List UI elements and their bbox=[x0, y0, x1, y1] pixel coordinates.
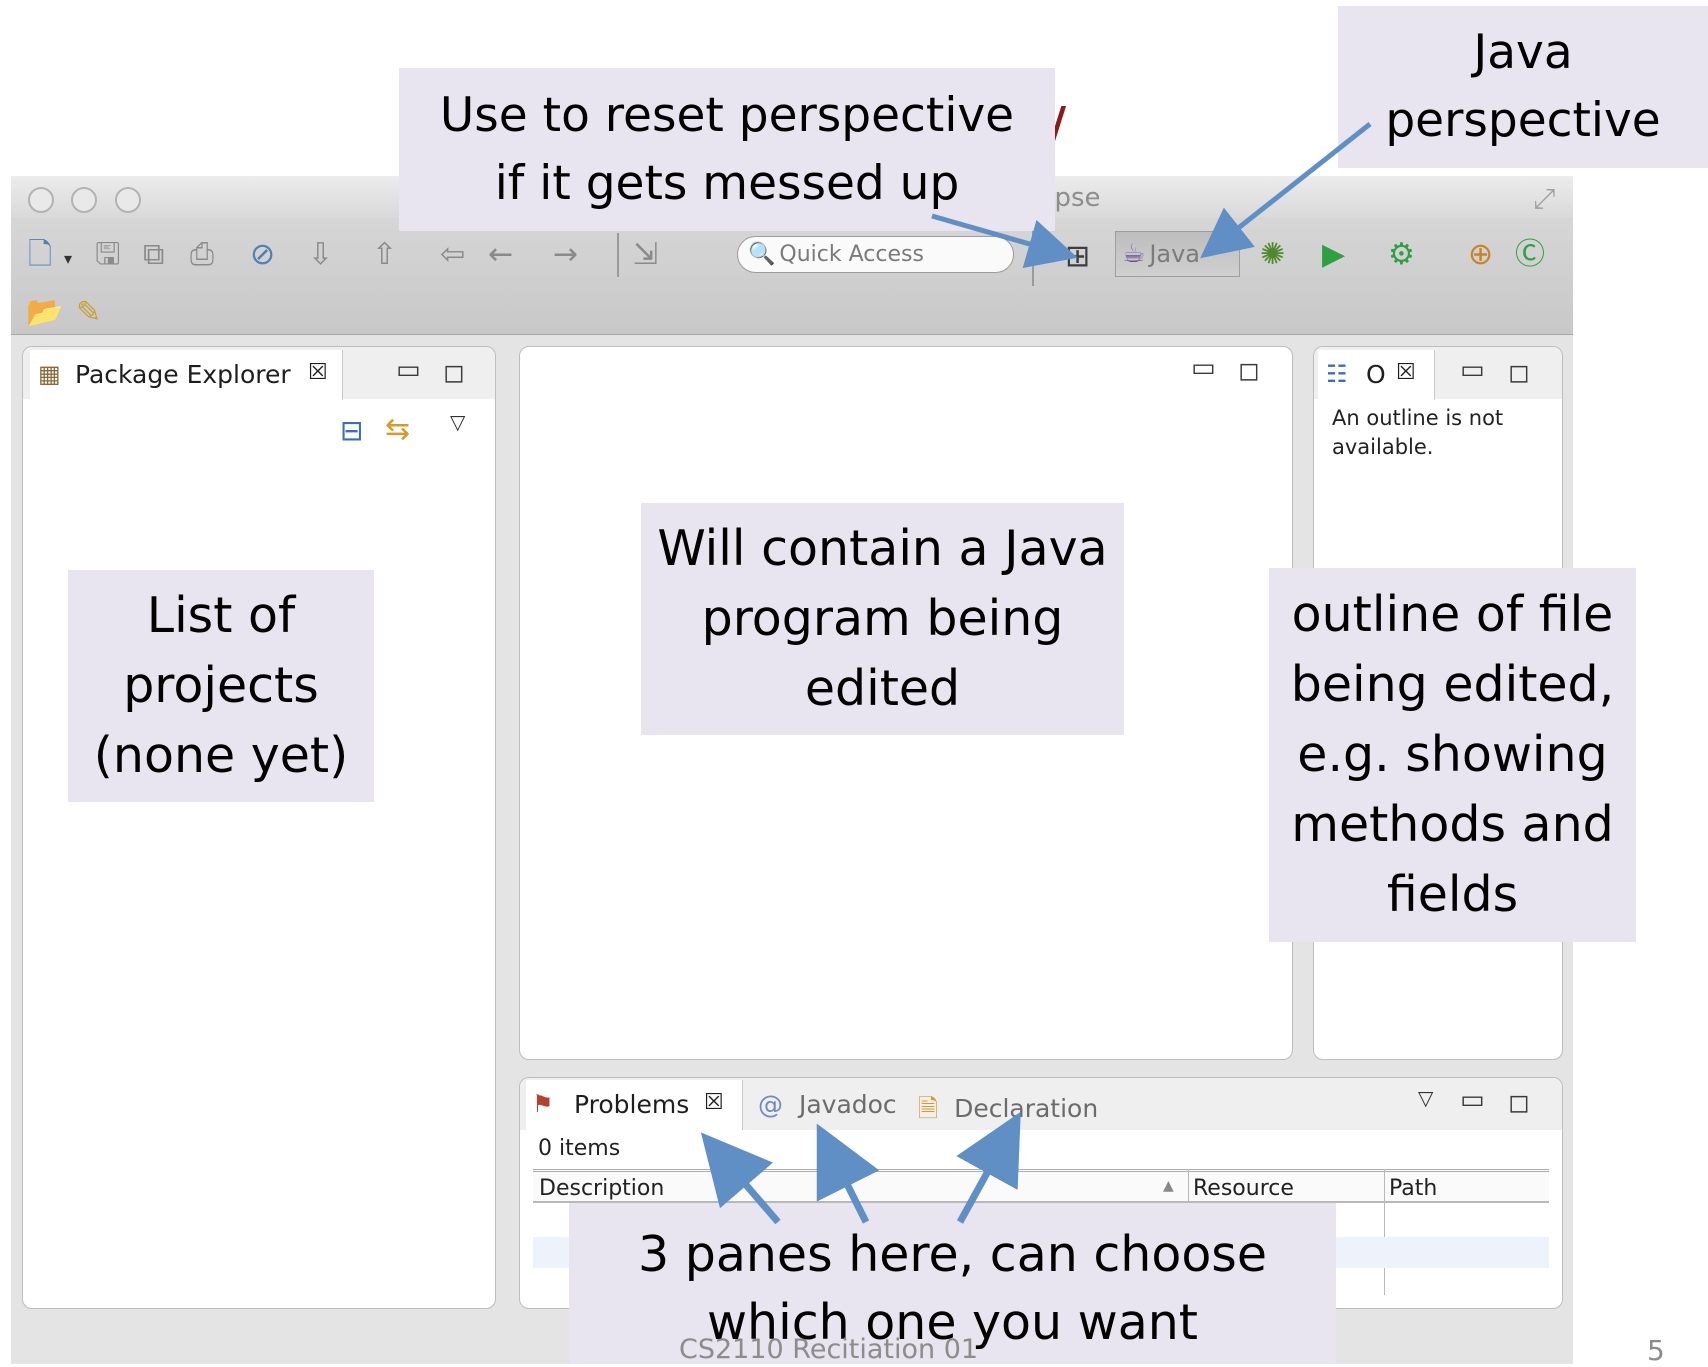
arrow-to-declaration-tab bbox=[956, 1111, 1021, 1224]
arrow-to-problems-tab bbox=[700, 1132, 781, 1225]
callout-arrows bbox=[700, 122, 1372, 1225]
footer-text: CS2110 Recitiation 01 bbox=[679, 1334, 979, 1365]
arrow-to-reset-perspective bbox=[931, 213, 1078, 269]
arrow-to-java-perspective bbox=[1200, 122, 1372, 259]
slide-number: 5 bbox=[1647, 1334, 1665, 1367]
arrow-to-javadoc-tab bbox=[816, 1123, 880, 1224]
